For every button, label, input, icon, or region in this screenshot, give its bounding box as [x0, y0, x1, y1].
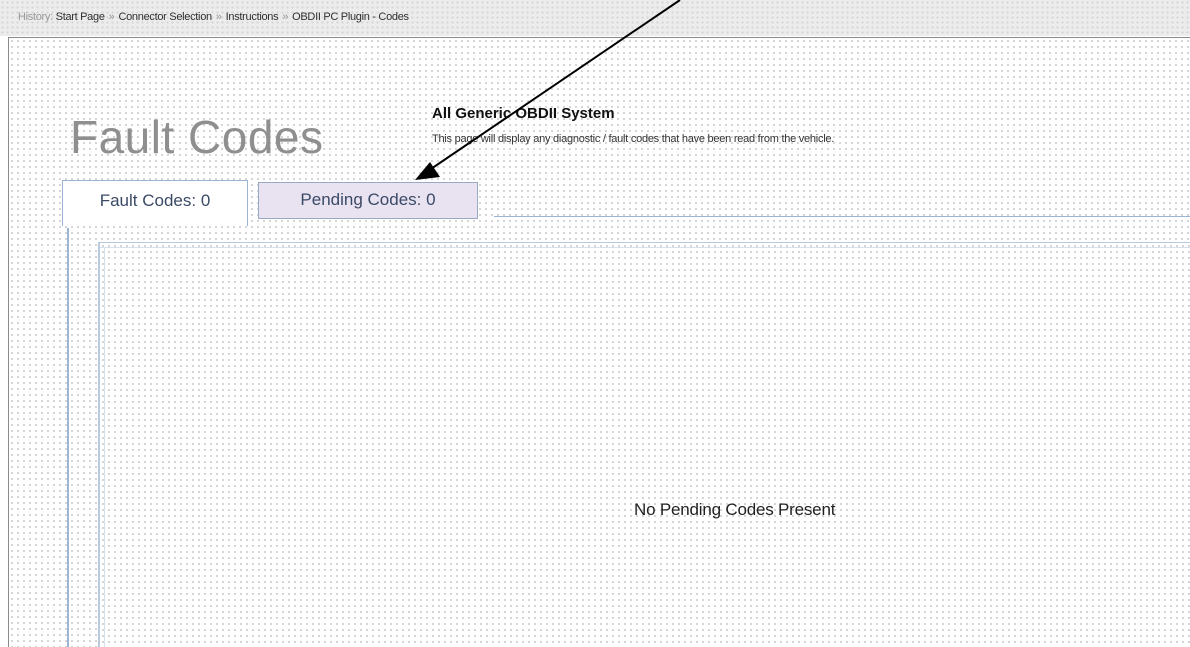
tab-content-left-border	[67, 228, 69, 647]
breadcrumb-separator: »	[108, 11, 115, 23]
tab-strip-divider	[494, 216, 1190, 217]
breadcrumb-item-connector-selection[interactable]: Connector Selection	[118, 11, 212, 23]
tab-pending-codes-label: Pending Codes: 0	[300, 190, 436, 209]
content-inner-left-border	[104, 247, 105, 647]
tab-fault-codes-label: Fault Codes: 0	[99, 191, 211, 210]
breadcrumb: History: Start Page» Connector Selection»…	[18, 11, 409, 23]
page-description: This page will display any diagnostic / …	[432, 133, 835, 145]
breadcrumb-separator: »	[282, 11, 289, 23]
breadcrumb-bar: History: Start Page» Connector Selection»…	[0, 0, 1190, 36]
empty-state-message: No Pending Codes Present	[634, 500, 836, 519]
obdii-codes-page: History: Start Page» Connector Selection»…	[0, 0, 1190, 647]
system-name: All Generic OBDII System	[432, 105, 615, 122]
breadcrumb-item-current-page: OBDII PC Plugin - Codes	[292, 11, 409, 23]
page-title: Fault Codes	[70, 111, 324, 163]
tab-pending-codes[interactable]: Pending Codes: 0	[258, 182, 478, 219]
tab-fault-codes[interactable]: Fault Codes: 0	[62, 180, 248, 226]
codes-content-area	[98, 242, 1190, 647]
content-inner-top-border	[100, 247, 1190, 248]
breadcrumb-item-instructions[interactable]: Instructions	[226, 11, 279, 23]
breadcrumb-separator: »	[215, 11, 222, 23]
breadcrumb-item-start-page[interactable]: Start Page	[56, 11, 105, 23]
breadcrumb-label: History:	[18, 11, 53, 23]
